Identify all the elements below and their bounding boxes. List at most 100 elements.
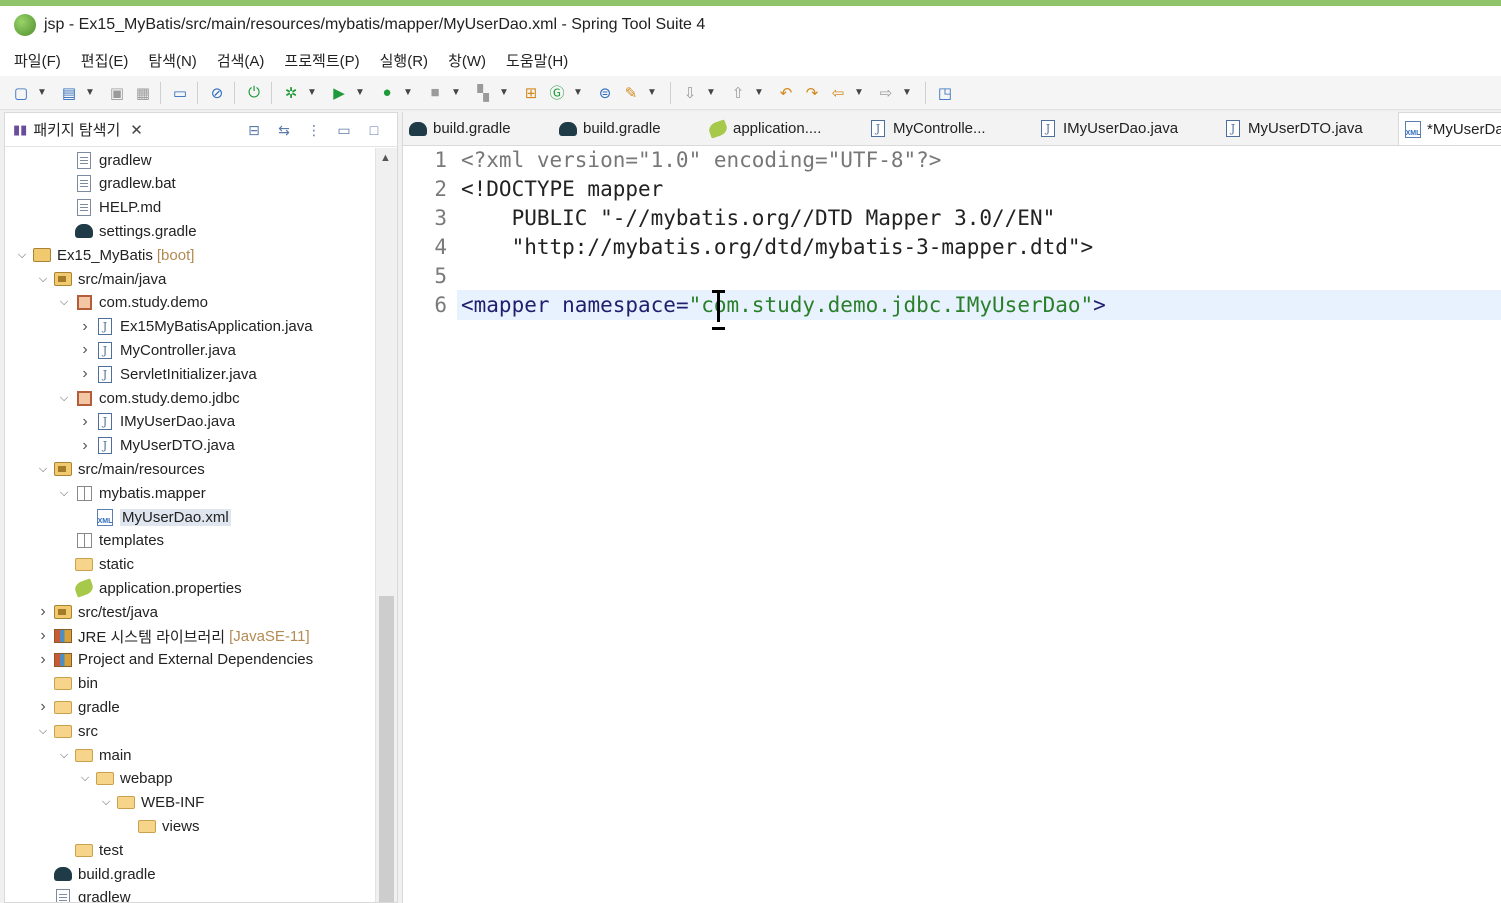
chevron-down-icon[interactable]: ⌵ [99, 796, 113, 809]
back-icon[interactable]: ⇦ [827, 82, 849, 104]
code-editor[interactable]: 1 2 3 4 5 6 <?xml version="1.0" encoding="UTF… [403, 146, 1501, 903]
new-icon[interactable]: ▢ [10, 82, 32, 104]
editor-tab[interactable]: XML *MyUserDa [1398, 112, 1501, 145]
skip-breakpoints-icon[interactable]: ⊘ [206, 82, 228, 104]
tree-item[interactable]: gradlew [5, 886, 131, 902]
menu-window[interactable]: 창(W) [448, 50, 486, 71]
tree-item[interactable]: test [5, 838, 123, 862]
menu-edit[interactable]: 편집(E) [81, 50, 129, 71]
open-type-icon[interactable]: ⊜ [594, 82, 616, 104]
tree-item[interactable]: › src/test/java [5, 600, 158, 624]
forward-dropdown-icon[interactable]: ▼ [901, 82, 913, 104]
open-perspective-icon[interactable]: ◳ [934, 82, 956, 104]
menu-search[interactable]: 검색(A) [217, 50, 265, 71]
tree-item[interactable]: › JRE 시스템 라이브러리 [JavaSE-11] [5, 624, 309, 648]
chevron-right-icon[interactable]: › [36, 603, 50, 621]
tree-item[interactable]: build.gradle [5, 862, 156, 886]
new-java-package-icon[interactable]: ⊞ [520, 82, 542, 104]
last-edit-location-icon[interactable]: ↶ [775, 82, 797, 104]
new-java-class-dropdown-icon[interactable]: ▼ [572, 82, 584, 104]
debug-dropdown-icon[interactable]: ▼ [306, 82, 318, 104]
tree-item[interactable]: › J MyUserDTO.java [5, 434, 235, 458]
tree-item[interactable]: › J ServletInitializer.java [5, 362, 257, 386]
new-dropdown-icon[interactable]: ▼ [36, 82, 48, 104]
tree-item[interactable]: › J MyController.java [5, 338, 236, 362]
view-menu-icon[interactable]: ⋮ [303, 119, 325, 141]
chevron-down-icon[interactable]: ⌵ [15, 249, 29, 262]
relaunch-icon[interactable]: ▚ [472, 82, 494, 104]
chevron-right-icon[interactable]: › [78, 437, 92, 455]
tree-item[interactable]: gradlew.bat [5, 172, 176, 196]
tree-item[interactable]: ⌵ com.study.demo [5, 291, 208, 315]
tree-item[interactable]: ⌵ Ex15_MyBatis [boot] [5, 243, 195, 267]
chevron-down-icon[interactable]: ⌵ [57, 749, 71, 762]
menu-run[interactable]: 실행(R) [380, 50, 428, 71]
chevron-down-icon[interactable]: ⌵ [36, 273, 50, 286]
run-icon[interactable]: ▶ [328, 82, 350, 104]
tree-item[interactable]: ⌵ mybatis.mapper [5, 481, 206, 505]
editor-tab[interactable]: build.gradle [553, 112, 703, 145]
run-external-icon[interactable]: ● [376, 82, 398, 104]
chevron-down-icon[interactable]: ⌵ [36, 463, 50, 476]
open-task-dropdown-icon[interactable]: ▼ [646, 82, 658, 104]
tree-item[interactable]: › J IMyUserDao.java [5, 410, 235, 434]
menu-navigate[interactable]: 탐색(N) [148, 50, 196, 71]
tree-item[interactable]: ⌵ com.study.demo.jdbc [5, 386, 240, 410]
scroll-up-icon[interactable]: ▲ [380, 152, 391, 164]
link-with-editor-icon[interactable]: ⇆ [273, 119, 295, 141]
debug-icon[interactable]: ✲ [280, 82, 302, 104]
chevron-down-icon[interactable]: ⌵ [36, 725, 50, 738]
boot-dashboard-icon[interactable]: ⏻ [243, 82, 265, 104]
tree-item[interactable]: gradlew [5, 148, 152, 172]
stop-icon[interactable]: ■ [424, 82, 446, 104]
new-project-dropdown-icon[interactable]: ▼ [84, 82, 96, 104]
new-java-class-icon[interactable]: Ⓖ [546, 82, 568, 104]
editor-tab[interactable]: J MyControlle... [863, 112, 1033, 145]
chevron-right-icon[interactable]: › [78, 318, 92, 336]
relaunch-dropdown-icon[interactable]: ▼ [498, 82, 510, 104]
chevron-down-icon[interactable]: ⌵ [57, 296, 71, 309]
tree-item[interactable]: › Project and External Dependencies [5, 648, 313, 672]
previous-annotation-dropdown-icon[interactable]: ▼ [753, 82, 765, 104]
next-annotation-icon[interactable]: ⇩ [679, 82, 701, 104]
forward-icon[interactable]: ⇨ [875, 82, 897, 104]
open-console-icon[interactable]: ▭ [169, 82, 191, 104]
stop-dropdown-icon[interactable]: ▼ [450, 82, 462, 104]
tree-item[interactable]: ⌵ WEB-INF [5, 791, 205, 815]
next-annotation-dropdown-icon[interactable]: ▼ [705, 82, 717, 104]
tree-item[interactable]: ⌵ src/main/java [5, 267, 167, 291]
back-dropdown-icon[interactable]: ▼ [853, 82, 865, 104]
menu-project[interactable]: 프로젝트(P) [284, 50, 359, 71]
menu-file[interactable]: 파일(F) [14, 50, 61, 71]
tree-item[interactable]: ⌵ webapp [5, 767, 173, 791]
tree-item[interactable]: views [5, 814, 200, 838]
chevron-right-icon[interactable]: › [36, 698, 50, 716]
tree-item[interactable]: settings.gradle [5, 219, 197, 243]
menu-help[interactable]: 도움말(H) [506, 50, 568, 71]
save-all-icon[interactable]: ▦ [132, 82, 154, 104]
editor-tab[interactable]: J MyUserDTO.java [1218, 112, 1398, 145]
maximize-icon[interactable]: □ [363, 119, 385, 141]
scrollbar-thumb[interactable] [379, 596, 394, 902]
chevron-right-icon[interactable]: › [36, 627, 50, 645]
chevron-down-icon[interactable]: ⌵ [78, 772, 92, 785]
chevron-down-icon[interactable]: ⌵ [57, 487, 71, 500]
save-icon[interactable]: ▣ [106, 82, 128, 104]
tree-item[interactable]: ⌵ src [5, 719, 98, 743]
tree-scrollbar[interactable]: ▲ [375, 148, 397, 902]
collapse-all-icon[interactable]: ⊟ [243, 119, 265, 141]
forward-edit-icon[interactable]: ↷ [801, 82, 823, 104]
run-external-dropdown-icon[interactable]: ▼ [402, 82, 414, 104]
tree-item[interactable]: static [5, 553, 134, 577]
tree-item[interactable]: templates [5, 529, 164, 553]
package-explorer-title[interactable]: 패키지 탐색기 [33, 119, 120, 140]
tree-item[interactable]: › gradle [5, 695, 119, 719]
previous-annotation-icon[interactable]: ⇧ [727, 82, 749, 104]
chevron-right-icon[interactable]: › [36, 651, 50, 669]
tree-item[interactable]: ⌵ src/main/resources [5, 457, 205, 481]
run-dropdown-icon[interactable]: ▼ [354, 82, 366, 104]
minimize-icon[interactable]: ▭ [333, 119, 355, 141]
chevron-right-icon[interactable]: › [78, 341, 92, 359]
tree-item[interactable]: bin [5, 672, 98, 696]
new-project-icon[interactable]: ▤ [58, 82, 80, 104]
